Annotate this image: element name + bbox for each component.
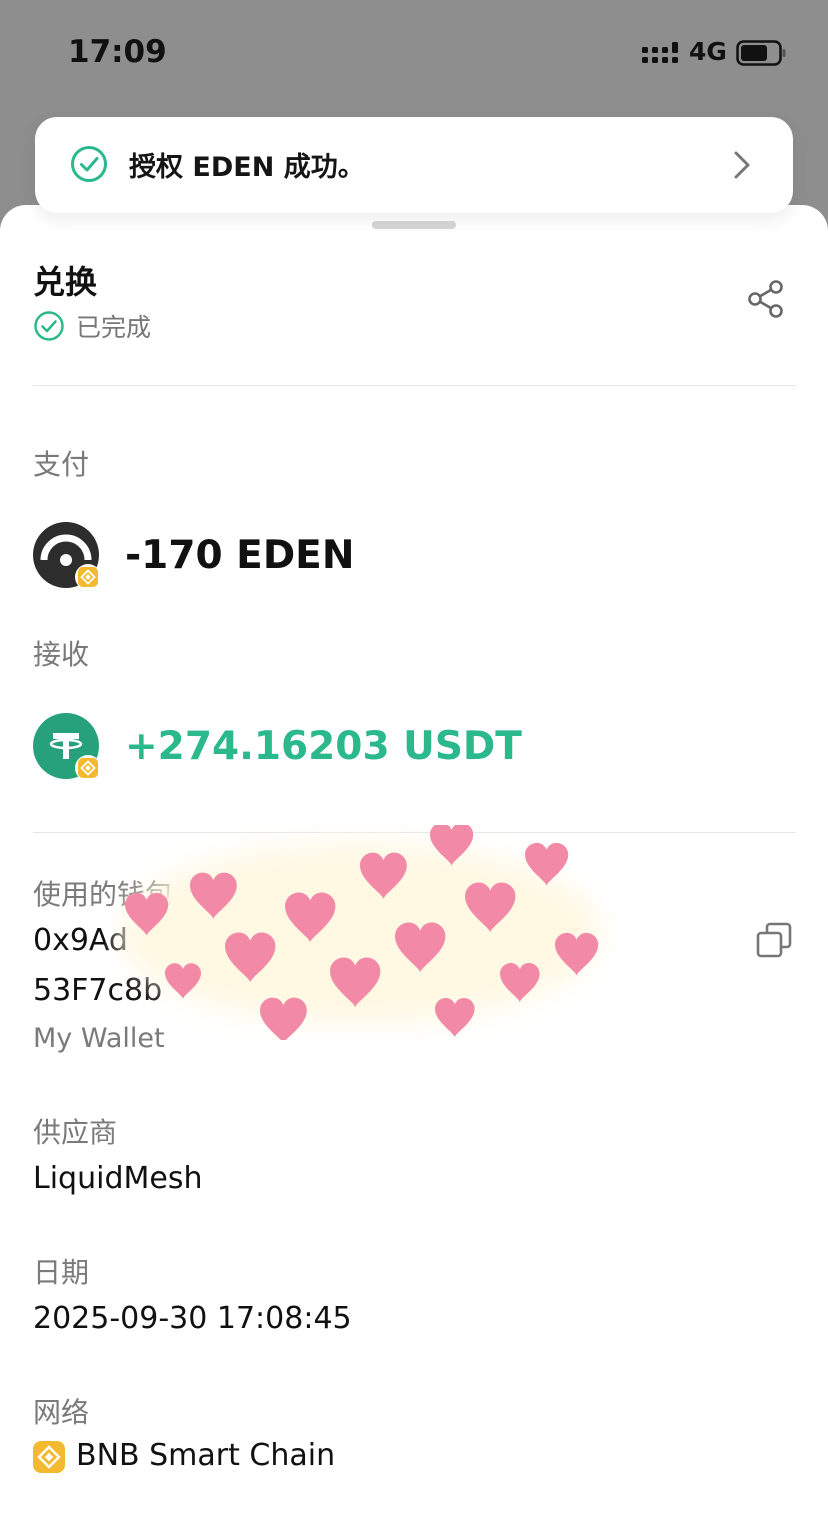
network-type-label: 4G <box>689 37 727 66</box>
signal-bars-icon <box>642 42 678 63</box>
battery-icon <box>736 40 786 66</box>
share-icon[interactable] <box>744 277 788 321</box>
date-value: 2025-09-30 17:08:45 <box>33 1301 352 1336</box>
date-label: 日期 <box>33 1256 90 1289</box>
status-time: 17:09 <box>68 34 167 70</box>
transaction-detail-sheet: 兑换 已完成 支付 -170 EDEN 接收 +274.16203 USDT 使… <box>0 205 828 1523</box>
divider <box>33 385 796 386</box>
check-circle-icon <box>71 146 107 182</box>
toast-message: 授权 EDEN 成功。 <box>129 152 365 183</box>
chevron-right-icon[interactable] <box>731 149 753 181</box>
pay-label: 支付 <box>33 448 90 481</box>
sheet-grabber[interactable] <box>372 221 456 229</box>
status-badge: 已完成 <box>76 313 152 342</box>
eden-token-icon <box>33 522 101 590</box>
network-value: BNB Smart Chain <box>76 1438 336 1473</box>
pay-amount: -170 EDEN <box>125 533 355 578</box>
receive-label: 接收 <box>33 638 90 671</box>
status-bar: 17:09 4G <box>0 0 828 110</box>
copy-icon[interactable] <box>754 920 794 960</box>
check-circle-icon <box>34 311 64 341</box>
network-label: 网络 <box>33 1396 90 1429</box>
provider-label: 供应商 <box>33 1116 118 1149</box>
bnb-chain-icon <box>33 1441 65 1473</box>
privacy-sticker <box>120 825 600 1040</box>
provider-value: LiquidMesh <box>33 1161 203 1196</box>
receive-amount: +274.16203 USDT <box>125 724 522 769</box>
page-title: 兑换 <box>33 263 98 301</box>
success-toast[interactable]: 授权 EDEN 成功。 <box>35 117 793 213</box>
usdt-token-icon <box>33 713 101 781</box>
